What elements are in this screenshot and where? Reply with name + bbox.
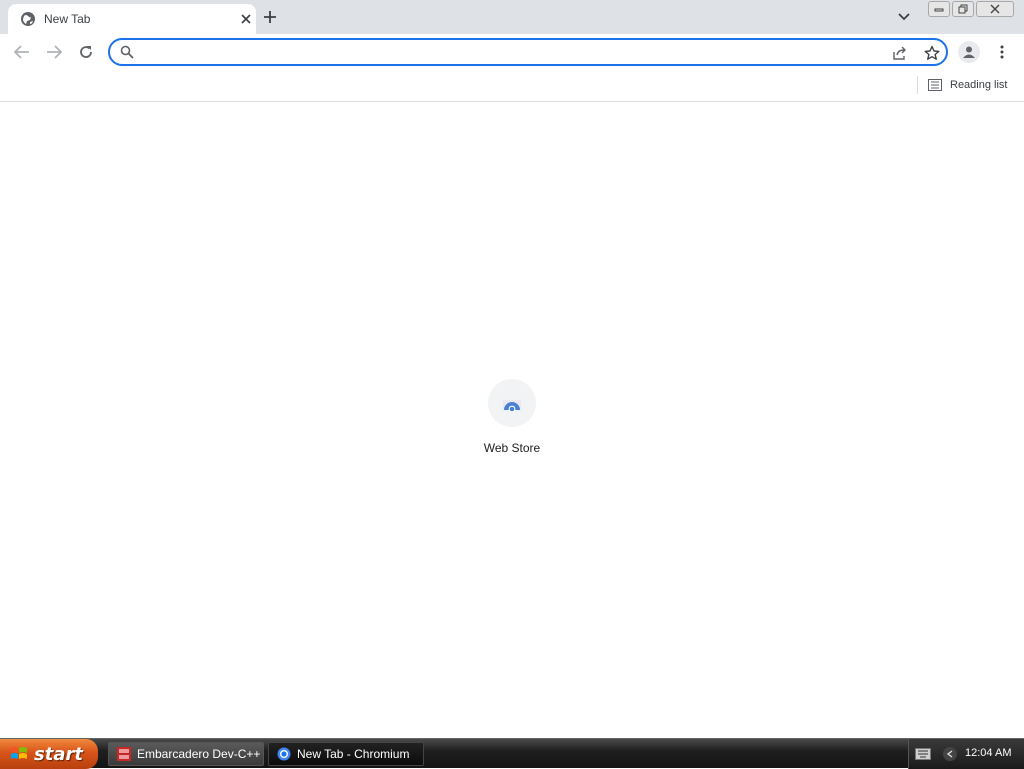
devcpp-icon — [117, 747, 131, 761]
address-input[interactable] — [140, 42, 880, 62]
window-close-button[interactable] — [976, 1, 1014, 17]
shortcut-web-store[interactable]: Web Store — [472, 377, 552, 463]
bookmarks-divider — [917, 76, 918, 94]
minimize-icon — [934, 8, 944, 12]
back-button[interactable] — [10, 40, 34, 64]
taskbar-item-label: New Tab - Chromium — [297, 747, 410, 761]
reading-list-button[interactable]: Reading list — [928, 75, 1007, 95]
taskbar: start Embarcadero Dev-C++ New Tab - Chro… — [0, 738, 1024, 769]
globe-icon — [21, 12, 35, 26]
chromium-icon — [277, 747, 291, 761]
star-icon — [924, 45, 940, 60]
new-tab-page: Web Store — [0, 103, 1024, 738]
close-icon — [241, 14, 251, 24]
taskbar-item-chromium[interactable]: New Tab - Chromium — [268, 742, 424, 766]
browser-menu-button[interactable] — [994, 41, 1010, 63]
reading-list-icon — [928, 79, 942, 91]
start-label: start — [34, 743, 83, 765]
arrow-left-icon — [14, 45, 29, 59]
tab-search-button[interactable] — [894, 8, 914, 26]
share-button[interactable] — [890, 43, 910, 63]
shortcut-tile — [488, 379, 536, 427]
profile-button[interactable] — [958, 41, 980, 63]
share-icon — [893, 46, 906, 60]
tab-title: New Tab — [44, 12, 91, 26]
restore-icon — [958, 4, 968, 14]
bookmarks-bar: Reading list — [0, 70, 1024, 102]
taskbar-item-devcpp[interactable]: Embarcadero Dev-C++ — [108, 742, 264, 766]
windows-logo-icon — [11, 747, 27, 759]
clock[interactable]: 12:04 AM — [965, 747, 1011, 759]
chevron-down-icon — [898, 13, 910, 21]
reload-icon — [80, 46, 92, 58]
bookmark-star-button[interactable] — [922, 43, 942, 63]
shortcut-label: Web Store — [483, 441, 541, 455]
show-hidden-icons-button[interactable] — [943, 747, 957, 761]
reading-list-label: Reading list — [950, 79, 1008, 91]
tab-new-tab[interactable]: New Tab — [8, 4, 256, 34]
window-minimize-button[interactable] — [928, 1, 950, 17]
new-tab-button[interactable] — [260, 7, 280, 27]
keyboard-icon[interactable] — [915, 748, 931, 760]
tab-strip: New Tab — [0, 0, 1024, 34]
more-vertical-icon — [1000, 45, 1004, 59]
arrow-right-icon — [47, 45, 62, 59]
window-restore-button[interactable] — [952, 1, 974, 17]
browser-toolbar — [0, 34, 1024, 70]
taskbar-item-label: Embarcadero Dev-C++ — [137, 747, 261, 761]
start-button[interactable]: start — [0, 739, 98, 769]
person-icon — [963, 46, 975, 58]
reload-button[interactable] — [74, 40, 98, 64]
close-icon — [990, 4, 1000, 14]
plus-icon — [264, 11, 276, 23]
system-tray: 12:04 AM — [908, 739, 1024, 769]
chevron-left-icon — [947, 750, 953, 758]
tab-close-button[interactable] — [237, 10, 255, 28]
forward-button[interactable] — [42, 40, 66, 64]
search-icon — [120, 45, 134, 59]
address-bar[interactable] — [108, 38, 948, 66]
web-store-icon — [503, 400, 521, 412]
